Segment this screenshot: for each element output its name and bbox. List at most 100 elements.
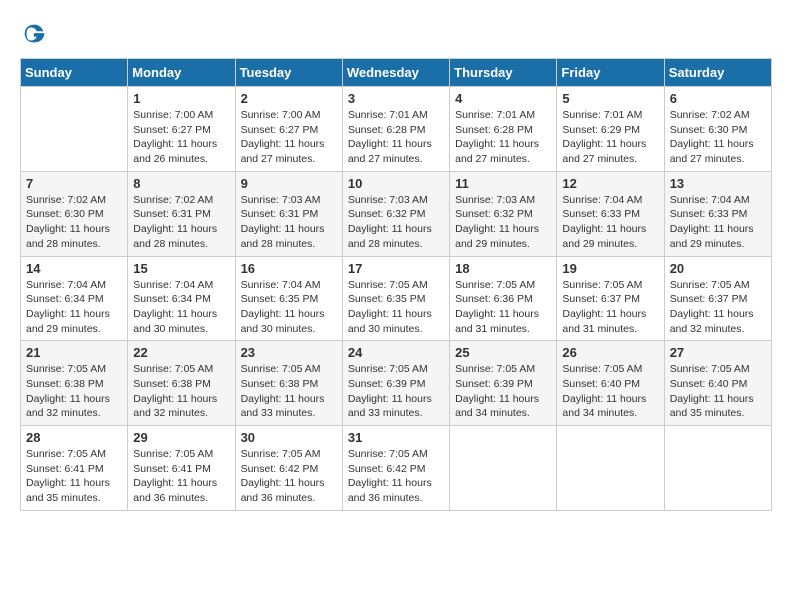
calendar-cell: 16Sunrise: 7:04 AMSunset: 6:35 PMDayligh… [235, 256, 342, 341]
calendar-body: 1 Sunrise: 7:00 AMSunset: 6:27 PMDaylight… [21, 87, 772, 511]
day-info: Sunrise: 7:05 AMSunset: 6:38 PMDaylight:… [26, 362, 122, 421]
calendar-cell: 7 Sunrise: 7:02 AMSunset: 6:30 PMDaylight… [21, 171, 128, 256]
day-info: Sunrise: 7:05 AMSunset: 6:38 PMDaylight:… [241, 362, 337, 421]
day-number: 16 [241, 261, 337, 276]
week-row-1: 7 Sunrise: 7:02 AMSunset: 6:30 PMDaylight… [21, 171, 772, 256]
day-info: Sunrise: 7:00 AMSunset: 6:27 PMDaylight:… [133, 108, 229, 167]
day-info: Sunrise: 7:05 AMSunset: 6:40 PMDaylight:… [670, 362, 766, 421]
calendar-cell: 11 Sunrise: 7:03 AMSunset: 6:32 PMDayligh… [450, 171, 557, 256]
day-info: Sunrise: 7:05 AMSunset: 6:41 PMDaylight:… [133, 447, 229, 506]
day-number: 29 [133, 430, 229, 445]
day-number: 1 [133, 91, 229, 106]
calendar-cell: 25 Sunrise: 7:05 AMSunset: 6:39 PMDayligh… [450, 341, 557, 426]
day-number: 8 [133, 176, 229, 191]
day-number: 26 [562, 345, 658, 360]
calendar-cell: 10 Sunrise: 7:03 AMSunset: 6:32 PMDayligh… [342, 171, 449, 256]
calendar-cell [557, 426, 664, 511]
day-info: Sunrise: 7:05 AMSunset: 6:39 PMDaylight:… [455, 362, 551, 421]
day-info: Sunrise: 7:05 AMSunset: 6:42 PMDaylight:… [348, 447, 444, 506]
day-number: 17 [348, 261, 444, 276]
day-info: Sunrise: 7:05 AMSunset: 6:35 PMDaylight:… [348, 278, 444, 337]
day-number: 31 [348, 430, 444, 445]
day-number: 30 [241, 430, 337, 445]
calendar-cell: 9Sunrise: 7:03 AMSunset: 6:31 PMDaylight… [235, 171, 342, 256]
day-number: 3 [348, 91, 444, 106]
header-row: SundayMondayTuesdayWednesdayThursdayFrid… [21, 59, 772, 87]
day-info: Sunrise: 7:04 AMSunset: 6:33 PMDaylight:… [562, 193, 658, 252]
day-info: Sunrise: 7:05 AMSunset: 6:37 PMDaylight:… [670, 278, 766, 337]
day-info: Sunrise: 7:05 AMSunset: 6:39 PMDaylight:… [348, 362, 444, 421]
day-info: Sunrise: 7:05 AMSunset: 6:36 PMDaylight:… [455, 278, 551, 337]
calendar-cell: 5Sunrise: 7:01 AMSunset: 6:29 PMDaylight… [557, 87, 664, 172]
day-number: 22 [133, 345, 229, 360]
header-day-friday: Friday [557, 59, 664, 87]
calendar-cell: 12 Sunrise: 7:04 AMSunset: 6:33 PMDayligh… [557, 171, 664, 256]
day-info: Sunrise: 7:02 AMSunset: 6:30 PMDaylight:… [26, 193, 122, 252]
week-row-4: 28 Sunrise: 7:05 AMSunset: 6:41 PMDayligh… [21, 426, 772, 511]
day-info: Sunrise: 7:03 AMSunset: 6:32 PMDaylight:… [348, 193, 444, 252]
day-info: Sunrise: 7:02 AMSunset: 6:30 PMDaylight:… [670, 108, 766, 167]
logo-icon [20, 20, 48, 48]
day-info: Sunrise: 7:05 AMSunset: 6:38 PMDaylight:… [133, 362, 229, 421]
calendar-cell [21, 87, 128, 172]
day-info: Sunrise: 7:04 AMSunset: 6:33 PMDaylight:… [670, 193, 766, 252]
day-info: Sunrise: 7:01 AMSunset: 6:28 PMDaylight:… [455, 108, 551, 167]
day-number: 20 [670, 261, 766, 276]
day-number: 25 [455, 345, 551, 360]
calendar-cell: 18 Sunrise: 7:05 AMSunset: 6:36 PMDayligh… [450, 256, 557, 341]
day-info: Sunrise: 7:05 AMSunset: 6:41 PMDaylight:… [26, 447, 122, 506]
calendar-cell: 17 Sunrise: 7:05 AMSunset: 6:35 PMDayligh… [342, 256, 449, 341]
calendar-cell [664, 426, 771, 511]
day-number: 28 [26, 430, 122, 445]
day-number: 11 [455, 176, 551, 191]
day-number: 7 [26, 176, 122, 191]
day-info: Sunrise: 7:02 AMSunset: 6:31 PMDaylight:… [133, 193, 229, 252]
day-number: 2 [241, 91, 337, 106]
calendar-cell: 2 Sunrise: 7:00 AMSunset: 6:27 PMDaylight… [235, 87, 342, 172]
day-number: 14 [26, 261, 122, 276]
page-header [20, 20, 772, 48]
calendar-cell: 14 Sunrise: 7:04 AMSunset: 6:34 PMDayligh… [21, 256, 128, 341]
calendar-cell: 13 Sunrise: 7:04 AMSunset: 6:33 PMDayligh… [664, 171, 771, 256]
calendar-cell: 15Sunrise: 7:04 AMSunset: 6:34 PMDayligh… [128, 256, 235, 341]
day-number: 23 [241, 345, 337, 360]
calendar-cell: 8 Sunrise: 7:02 AMSunset: 6:31 PMDaylight… [128, 171, 235, 256]
day-number: 19 [562, 261, 658, 276]
day-info: Sunrise: 7:05 AMSunset: 6:42 PMDaylight:… [241, 447, 337, 506]
day-info: Sunrise: 7:03 AMSunset: 6:31 PMDaylight:… [241, 193, 337, 252]
calendar-cell: 28 Sunrise: 7:05 AMSunset: 6:41 PMDayligh… [21, 426, 128, 511]
day-number: 13 [670, 176, 766, 191]
day-info: Sunrise: 7:03 AMSunset: 6:32 PMDaylight:… [455, 193, 551, 252]
calendar-cell: 26 Sunrise: 7:05 AMSunset: 6:40 PMDayligh… [557, 341, 664, 426]
calendar-cell: 27 Sunrise: 7:05 AMSunset: 6:40 PMDayligh… [664, 341, 771, 426]
calendar-cell: 20 Sunrise: 7:05 AMSunset: 6:37 PMDayligh… [664, 256, 771, 341]
calendar-header: SundayMondayTuesdayWednesdayThursdayFrid… [21, 59, 772, 87]
week-row-2: 14 Sunrise: 7:04 AMSunset: 6:34 PMDayligh… [21, 256, 772, 341]
day-info: Sunrise: 7:01 AMSunset: 6:28 PMDaylight:… [348, 108, 444, 167]
calendar-cell: 19 Sunrise: 7:05 AMSunset: 6:37 PMDayligh… [557, 256, 664, 341]
day-number: 12 [562, 176, 658, 191]
header-day-thursday: Thursday [450, 59, 557, 87]
calendar-cell: 29 Sunrise: 7:05 AMSunset: 6:41 PMDayligh… [128, 426, 235, 511]
day-number: 10 [348, 176, 444, 191]
calendar-cell: 3 Sunrise: 7:01 AMSunset: 6:28 PMDaylight… [342, 87, 449, 172]
day-number: 15 [133, 261, 229, 276]
day-info: Sunrise: 7:05 AMSunset: 6:37 PMDaylight:… [562, 278, 658, 337]
day-number: 6 [670, 91, 766, 106]
day-number: 5 [562, 91, 658, 106]
header-day-tuesday: Tuesday [235, 59, 342, 87]
week-row-0: 1 Sunrise: 7:00 AMSunset: 6:27 PMDaylight… [21, 87, 772, 172]
day-info: Sunrise: 7:00 AMSunset: 6:27 PMDaylight:… [241, 108, 337, 167]
day-number: 27 [670, 345, 766, 360]
calendar-cell: 31 Sunrise: 7:05 AMSunset: 6:42 PMDayligh… [342, 426, 449, 511]
day-info: Sunrise: 7:05 AMSunset: 6:40 PMDaylight:… [562, 362, 658, 421]
day-number: 4 [455, 91, 551, 106]
header-day-wednesday: Wednesday [342, 59, 449, 87]
calendar-cell: 21 Sunrise: 7:05 AMSunset: 6:38 PMDayligh… [21, 341, 128, 426]
day-number: 18 [455, 261, 551, 276]
calendar-cell: 24 Sunrise: 7:05 AMSunset: 6:39 PMDayligh… [342, 341, 449, 426]
day-info: Sunrise: 7:04 AMSunset: 6:34 PMDaylight:… [26, 278, 122, 337]
day-number: 21 [26, 345, 122, 360]
day-number: 24 [348, 345, 444, 360]
calendar-cell [450, 426, 557, 511]
